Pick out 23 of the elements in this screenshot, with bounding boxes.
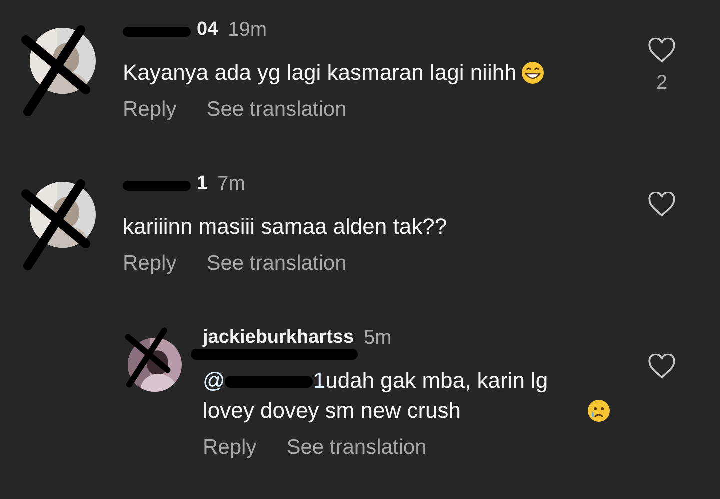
- username[interactable]: 1: [197, 173, 208, 194]
- like-count: 2: [656, 72, 668, 95]
- see-translation-link[interactable]: See translation: [206, 252, 347, 276]
- heart-icon[interactable]: [648, 354, 676, 380]
- comment-text: Kayanya ada yg lagi kasmaran lagi niihh: [123, 59, 517, 87]
- comment-time: 19m: [228, 18, 268, 42]
- reply-link[interactable]: Reply: [203, 436, 257, 460]
- scribble-mark: [123, 27, 191, 37]
- see-translation-link[interactable]: See translation: [206, 98, 347, 122]
- scribble-mark: [123, 181, 191, 191]
- username[interactable]: jackieburkhartss: [203, 327, 354, 348]
- comment-text: @ 1udah gak mba, karin lg lovey dovey sm new crush: [203, 367, 550, 425]
- grin-emoji-icon: [520, 61, 545, 85]
- reply-link[interactable]: Reply: [123, 98, 177, 122]
- username[interactable]: 04: [197, 19, 218, 40]
- comment-time: 7m: [218, 172, 246, 196]
- crying-emoji-icon: [587, 399, 611, 423]
- heart-icon[interactable]: [648, 192, 676, 218]
- heart-icon[interactable]: [648, 38, 676, 64]
- comment-text: kariiinn masiii samaa alden tak??: [123, 213, 448, 241]
- reply-link[interactable]: Reply: [123, 252, 177, 276]
- comment-time: 5m: [364, 326, 392, 350]
- see-translation-link[interactable]: See translation: [286, 436, 427, 460]
